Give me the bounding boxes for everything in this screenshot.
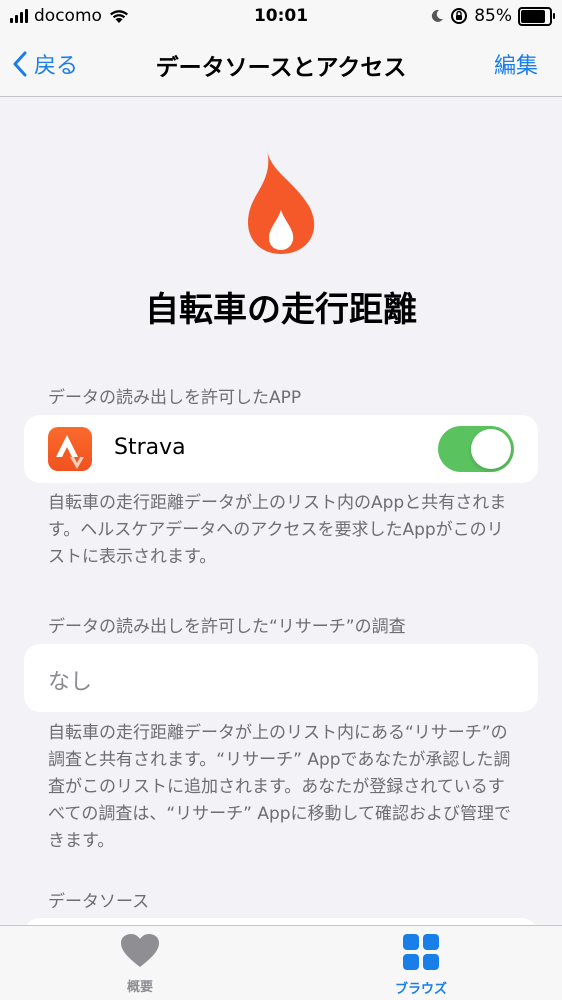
empty-label: なし <box>48 670 93 695</box>
nav-bar: 戻る データソースとアクセス 編集 <box>0 34 562 97</box>
status-bar: docomo 10:01 85% <box>0 0 562 34</box>
research-header: データの読み出しを許可した“リサーチ”の調査 <box>48 617 406 637</box>
edit-button[interactable]: 編集 <box>494 48 538 80</box>
hero-title: 自転車の走行距離 <box>145 290 417 330</box>
toggle-knob <box>471 429 511 469</box>
battery-percent: 85% <box>474 6 512 26</box>
tab-summary[interactable]: 概要 <box>80 934 200 995</box>
research-footer: 自転車の走行距離データが上のリスト内にある“リサーチ”の調査と共有されます。“リ… <box>48 723 512 851</box>
tab-browse[interactable]: ブラウズ <box>361 934 481 997</box>
read-apps-card: Strava <box>24 415 538 483</box>
battery-icon <box>518 6 555 26</box>
grid-icon <box>403 934 439 970</box>
battery-fill <box>521 9 545 23</box>
flame-icon <box>247 150 315 254</box>
tab-browse-label: ブラウズ <box>394 982 447 997</box>
read-apps-footer: 自転車の走行距離データが上のリスト内のAppと共有されます。ヘルスケアデータへの… <box>48 493 507 567</box>
status-right: 85% <box>430 6 555 26</box>
heart-icon <box>121 934 159 967</box>
strava-logo-icon <box>56 435 84 469</box>
strava-toggle[interactable] <box>438 426 514 472</box>
strava-icon <box>48 427 92 471</box>
moon-icon <box>432 9 444 22</box>
data-sources-header: データソース <box>48 892 150 912</box>
tab-summary-label: 概要 <box>126 980 153 995</box>
tab-bar: 概要 ブラウズ <box>0 925 562 1000</box>
app-name: Strava <box>114 435 186 460</box>
orientation-lock-icon <box>451 8 468 24</box>
page-title: データソースとアクセス <box>155 55 407 81</box>
read-apps-header: データの読み出しを許可したAPP <box>48 388 302 408</box>
research-card: なし <box>24 644 538 712</box>
